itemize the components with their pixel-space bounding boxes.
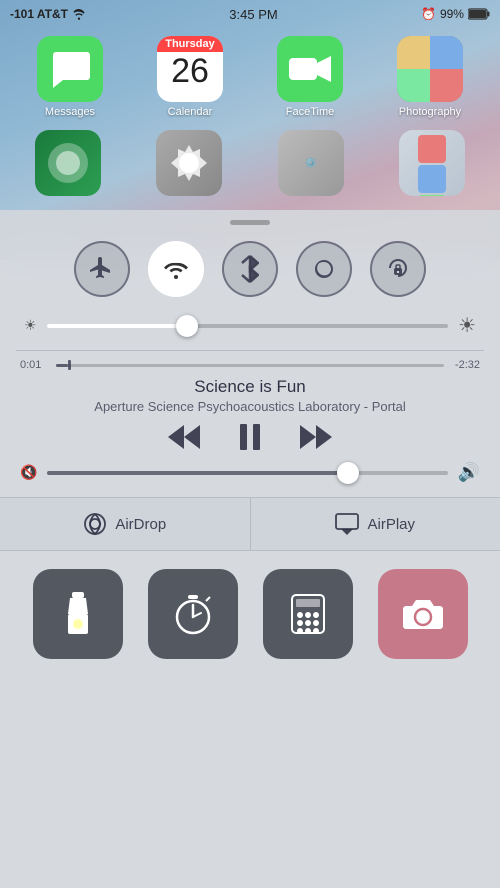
airplay-icon	[335, 513, 359, 535]
airplay-button[interactable]: AirPlay	[251, 498, 500, 550]
battery-icon	[468, 8, 490, 20]
airplay-label: AirPlay	[367, 516, 415, 533]
messages-label: Messages	[45, 106, 95, 118]
facetime-label: FaceTime	[286, 106, 335, 118]
pull-handle-area[interactable]	[0, 210, 500, 231]
song-title: Science is Fun	[20, 377, 480, 397]
folder-icon[interactable]	[399, 130, 465, 196]
calendar-label: Calendar	[168, 106, 213, 118]
handle-bar	[230, 220, 270, 225]
toggles-row	[0, 231, 500, 309]
divider-1	[16, 350, 484, 351]
moon-icon	[313, 258, 335, 280]
photography-label: Photography	[399, 106, 461, 118]
calendar-date: 26	[171, 52, 209, 88]
song-artist: Aperture Science Psychoacoustics Laborat…	[20, 399, 480, 414]
starbucks-icon[interactable]	[35, 130, 101, 196]
wifi-toggle[interactable]	[148, 241, 204, 297]
brightness-fill	[47, 324, 188, 328]
rotation-lock-toggle[interactable]	[370, 241, 426, 297]
airplane-icon	[89, 256, 115, 282]
brightness-track[interactable]	[47, 324, 449, 328]
camera-button[interactable]	[378, 569, 468, 659]
rotation-lock-icon	[386, 257, 410, 281]
current-time: 0:01	[20, 359, 48, 371]
speech-bubble-icon	[49, 50, 91, 88]
progress-fill	[56, 364, 68, 367]
fast-forward-icon	[300, 425, 332, 449]
airplane-mode-toggle[interactable]	[74, 241, 130, 297]
calendar-icon-img: Thursday 26	[157, 36, 223, 102]
airdrop-label: AirDrop	[115, 516, 166, 533]
bluetooth-icon	[241, 255, 259, 283]
pause-button[interactable]	[240, 424, 260, 450]
wifi-icon	[163, 258, 189, 280]
camera-icon	[402, 596, 444, 632]
bluetooth-toggle[interactable]	[222, 241, 278, 297]
volume-row: 🔇 🔊	[20, 462, 480, 483]
volume-track[interactable]	[47, 471, 447, 475]
battery-area: ⏰ 99%	[421, 7, 490, 21]
wifi-status-icon	[72, 9, 86, 20]
messages-icon-img	[37, 36, 103, 102]
battery-percent: 99%	[440, 7, 464, 21]
brightness-slider-row: ☀ ☀	[0, 309, 500, 342]
misc-icon[interactable]: ⚙️	[278, 130, 344, 196]
carrier-text: -101 AT&T	[10, 7, 68, 21]
airdrop-icon	[83, 512, 107, 536]
timer-icon	[174, 593, 212, 635]
rewind-button[interactable]	[168, 425, 200, 449]
app-row-1: Messages Thursday 26 Calendar FaceTime	[0, 28, 500, 126]
volume-high-icon: 🔊	[458, 462, 480, 483]
app-icon-photography[interactable]: Photography	[380, 36, 480, 118]
airdrop-button[interactable]: AirDrop	[0, 498, 251, 550]
pause-icon	[240, 424, 260, 450]
alarm-icon: ⏰	[421, 7, 436, 21]
facetime-icon-img	[277, 36, 343, 102]
fast-forward-button[interactable]	[300, 425, 332, 449]
progress-row: 0:01 -2:32	[20, 359, 480, 371]
app-row-2: ⚙️	[0, 126, 500, 200]
calculator-button[interactable]	[263, 569, 353, 659]
calculator-icon	[290, 593, 326, 635]
control-center: ☀ ☀ 0:01 -2:32 Science is Fun Aperture S…	[0, 210, 500, 888]
progress-thumb	[68, 360, 71, 370]
calendar-day: Thursday	[157, 36, 223, 52]
app-icon-facetime[interactable]: FaceTime	[260, 36, 360, 118]
brightness-high-icon: ☀	[458, 313, 476, 338]
quick-access-row	[0, 551, 500, 669]
volume-fill	[47, 471, 347, 475]
do-not-disturb-toggle[interactable]	[296, 241, 352, 297]
volume-thumb	[337, 462, 359, 484]
remaining-time: -2:32	[452, 359, 480, 371]
volume-low-icon: 🔇	[20, 464, 37, 481]
progress-track[interactable]	[56, 364, 444, 367]
brightness-thumb	[176, 315, 198, 337]
app-icon-messages[interactable]: Messages	[20, 36, 120, 118]
rewind-icon	[168, 425, 200, 449]
share-row: AirDrop AirPlay	[0, 497, 500, 551]
clock: 3:45 PM	[229, 7, 277, 22]
flashlight-icon	[60, 592, 96, 636]
brightness-low-icon: ☀	[24, 317, 37, 334]
app-icon-calendar[interactable]: Thursday 26 Calendar	[140, 36, 240, 118]
carrier-info: -101 AT&T	[10, 7, 86, 21]
timer-button[interactable]	[148, 569, 238, 659]
music-player: 0:01 -2:32 Science is Fun Aperture Scien…	[0, 359, 500, 483]
playback-controls	[20, 424, 480, 450]
status-bar: -101 AT&T 3:45 PM ⏰ 99%	[0, 0, 500, 28]
settings-icon-img[interactable]	[156, 130, 222, 196]
video-camera-icon	[288, 54, 332, 84]
photography-icon-img	[397, 36, 463, 102]
flashlight-button[interactable]	[33, 569, 123, 659]
